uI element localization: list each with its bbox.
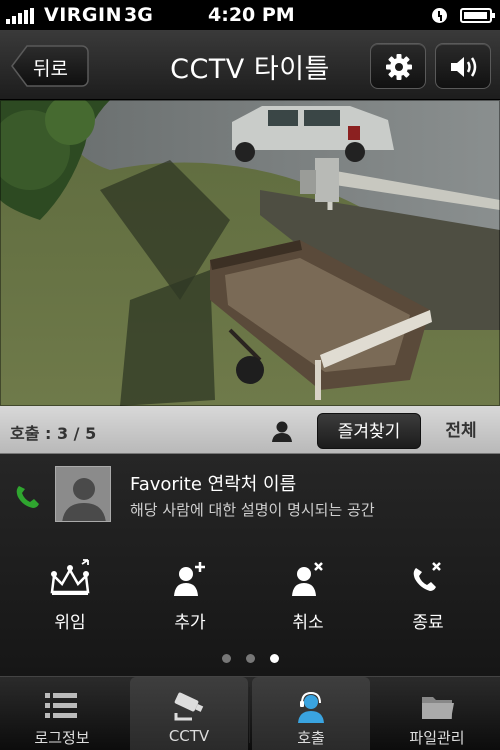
page-dot[interactable] [245,654,255,663]
tab-bar: 로그정보 CCTV 호출 파일관리 [0,676,500,750]
tab-log-info-label: 로그정보 [34,729,90,747]
title-bar: 뒤로 CCTV 타이틀 [0,30,500,100]
tab-file-manager[interactable]: 파일관리 [374,677,500,750]
phone-call-icon [16,486,39,508]
crown-icon [50,559,90,595]
add-label: 추가 [174,613,206,633]
status-time: 4:20 PM [208,4,295,26]
add-person-icon [174,562,205,596]
favorites-tab[interactable]: 즐겨찾기 [317,413,421,449]
delegate-label: 위임 [54,613,86,633]
contact-panel: Favorite 연락처 이름 해당 사람에 대한 설명이 명시되는 공간 위임… [0,454,500,676]
network-type: 3G [124,4,153,26]
cancel-label: 취소 [292,613,324,633]
folder-icon [422,697,454,719]
speaker-icon [451,57,477,77]
sound-button[interactable] [435,43,491,89]
action-row: 위임 추가 취소 종료 [0,558,500,638]
settings-button[interactable] [370,43,426,89]
tab-call-label: 호출 [297,729,325,747]
end-call-icon [413,562,441,591]
page-dot[interactable] [221,654,231,663]
delegate-button[interactable]: 위임 [30,558,110,638]
headset-person-icon [298,691,324,723]
all-tab[interactable]: 전체 [430,413,492,449]
signal-icon [6,8,34,24]
carrier-name: VIRGIN [44,4,122,26]
battery-icon [460,8,495,23]
end-call-button[interactable]: 종료 [388,558,468,638]
contacts-icon[interactable] [270,419,294,443]
page-dot-active[interactable] [269,654,279,663]
calls-bar: 호출 : 3 / 5 즐겨찾기 전체 [0,406,500,454]
gear-icon [386,54,412,80]
calls-count: 호출 : 3 / 5 [10,424,97,443]
contact-description: 해당 사람에 대한 설명이 명시되는 공간 [130,501,375,519]
avatar [55,466,111,522]
end-call-label: 종료 [412,613,444,633]
status-bar: VIRGIN 3G 4:20 PM [0,0,500,30]
contact-name: Favorite 연락처 이름 [130,474,297,495]
tab-call[interactable]: 호출 [252,677,370,750]
remove-person-icon [292,562,323,596]
tab-file-manager-label: 파일관리 [409,729,465,747]
camera-icon [174,692,204,721]
list-icon [45,693,77,718]
tab-log-info[interactable]: 로그정보 [0,677,124,750]
page-indicator[interactable] [0,654,500,663]
cancel-button[interactable]: 취소 [268,558,348,638]
tab-cctv-label: CCTV [168,727,210,745]
alarm-icon [432,8,447,23]
tab-cctv[interactable]: CCTV [130,677,248,750]
cctv-feed-image [0,100,500,406]
tab-divider [249,687,250,743]
add-button[interactable]: 추가 [150,558,230,638]
